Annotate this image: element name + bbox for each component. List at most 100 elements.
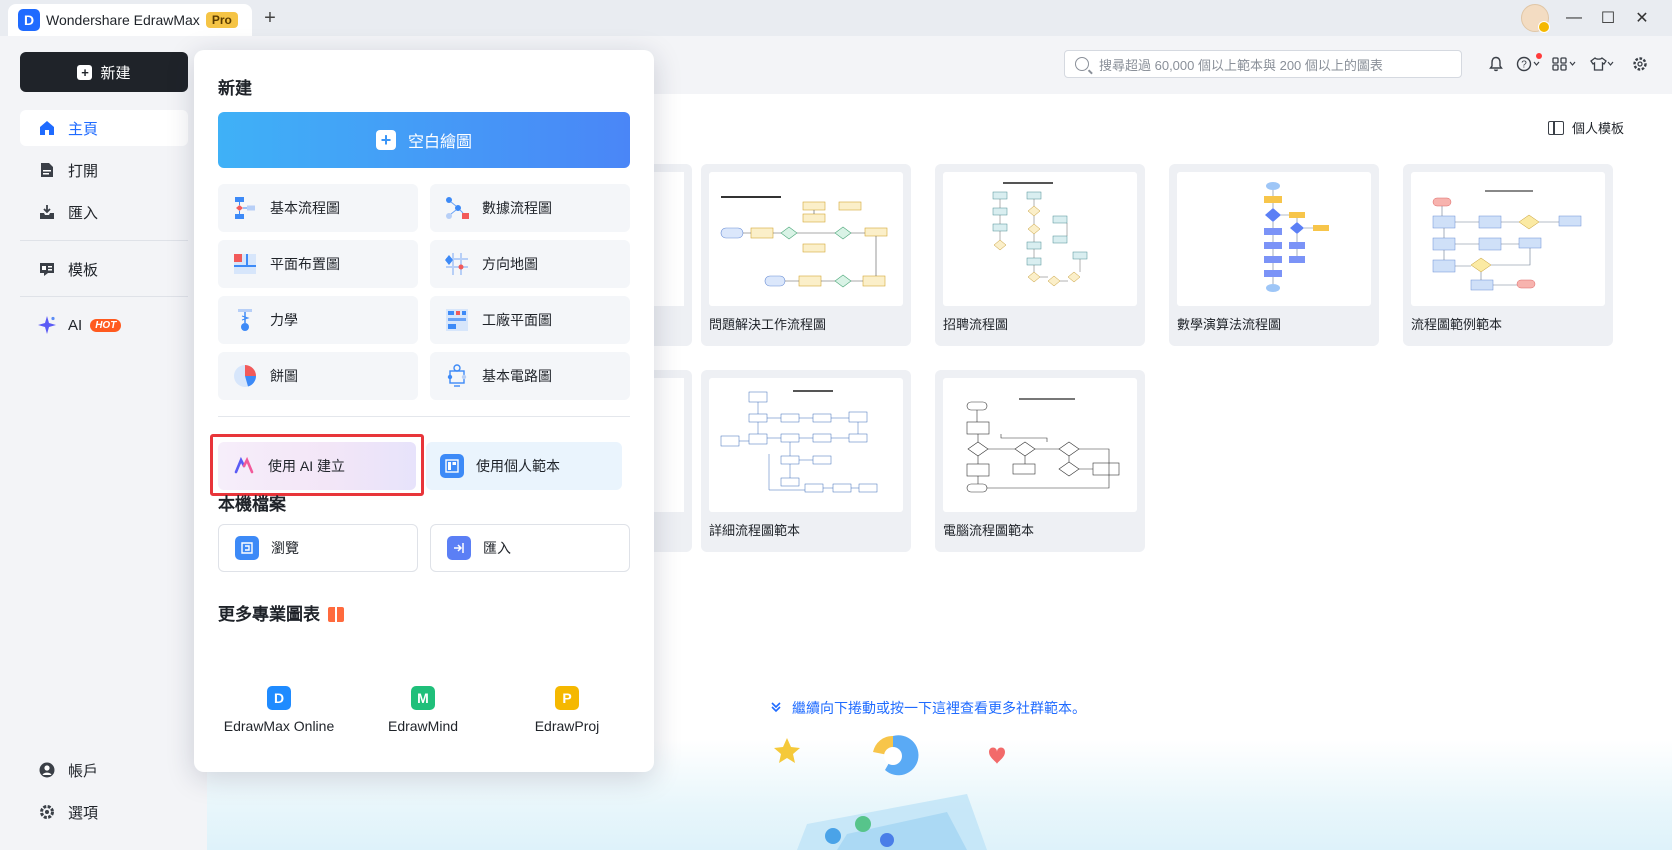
app-link-edrawmind[interactable]: M EdrawMind [358, 686, 488, 734]
hot-badge: HOT [90, 318, 122, 332]
personal-templates-link[interactable]: 個人模板 [1548, 118, 1624, 137]
sidebar-item-options[interactable]: 選項 [20, 794, 188, 830]
import-icon [38, 203, 56, 221]
import-file-button[interactable]: 匯入 [430, 524, 630, 572]
data-flow-icon [444, 195, 470, 221]
template-card[interactable]: 電腦流程圖範本 [935, 370, 1145, 552]
direction-map-icon [444, 251, 470, 277]
plus-icon: + [77, 64, 93, 80]
template-label: 招聘流程圖 [943, 317, 1009, 332]
browse-button[interactable]: 瀏覽 [218, 524, 418, 572]
flowchart-icon [232, 195, 258, 221]
browse-label: 瀏覽 [271, 540, 299, 556]
app-link-edrawproj[interactable]: P EdrawProj [502, 686, 632, 734]
account-icon [38, 761, 56, 779]
shirt-icon[interactable] [1590, 52, 1614, 76]
sidebar-item-label: 選項 [68, 804, 99, 822]
gear-icon [38, 803, 56, 821]
app-title: Wondershare EdrawMax [46, 12, 200, 28]
sidebar-divider [20, 296, 188, 297]
diagram-type-factory-plan[interactable]: 工廠平面圖 [430, 296, 630, 344]
use-personal-template-button[interactable]: 使用個人範本 [426, 442, 622, 490]
plus-icon: + [375, 130, 396, 150]
factory-plan-icon [444, 307, 470, 333]
scroll-more-link[interactable]: 繼續向下捲動或按一下這裡查看更多社群範本。 [770, 698, 1086, 718]
template-label: 流程圖範例範本 [1411, 317, 1503, 332]
maximize-button[interactable]: ☐ [1596, 6, 1620, 30]
use-personal-template-label: 使用個人範本 [476, 458, 560, 474]
sidebar-item-label: 打開 [68, 162, 99, 180]
diagram-type-circuit[interactable]: 基本電路圖 [430, 352, 630, 400]
template-label: 數學演算法流程圖 [1177, 317, 1282, 332]
sidebar-item-open[interactable]: 打開 [20, 152, 188, 188]
illustration-decoration [774, 735, 1005, 850]
diagram-type-pie-chart[interactable]: 餅圖 [218, 352, 418, 400]
template-thumbnail [709, 378, 903, 512]
diagram-type-label: 工廠平面圖 [482, 312, 552, 328]
template-label: 詳細流程圖範本 [709, 523, 801, 538]
app-link-label: EdrawMax Online [223, 718, 335, 734]
pro-badge: Pro [205, 12, 238, 28]
template-card[interactable]: 問題解決工作流程圖 [701, 164, 911, 346]
sidebar-item-templates[interactable]: 模板 [20, 251, 188, 287]
settings-icon[interactable] [1628, 52, 1652, 76]
sidebar-item-account[interactable]: 帳戶 [20, 752, 188, 788]
highlight-box [210, 434, 424, 496]
diagram-type-label: 數據流程圖 [482, 200, 552, 216]
edrawmax-online-logo-icon: D [267, 686, 291, 710]
home-icon [38, 119, 56, 137]
template-thumbnail [943, 172, 1137, 306]
template-thumbnail [1177, 172, 1371, 306]
sidebar-item-label: 模板 [68, 261, 99, 279]
diagram-type-floor-plan[interactable]: 平面布置圖 [218, 240, 418, 288]
new-button[interactable]: + 新建 [20, 52, 188, 92]
sidebar-item-home[interactable]: 主頁 [20, 110, 188, 146]
template-label: 電腦流程圖範本 [943, 523, 1035, 538]
apps-grid-icon[interactable] [1552, 52, 1576, 76]
template-icon [38, 260, 56, 278]
sidebar-item-ai[interactable]: AI HOT [20, 307, 188, 343]
close-button[interactable]: ✕ [1630, 6, 1654, 30]
folder-browse-icon [235, 536, 259, 560]
diagram-type-data-flow[interactable]: 數據流程圖 [430, 184, 630, 232]
app-link-label: EdrawProj [534, 718, 600, 734]
diagram-type-basic-flowchart[interactable]: 基本流程圖 [218, 184, 418, 232]
more-diagrams-title: 更多專業圖表 [218, 600, 344, 625]
diagram-type-label: 平面布置圖 [270, 256, 340, 272]
layout-icon [1548, 120, 1564, 135]
new-button-label: 新建 [100, 64, 131, 82]
search-input[interactable]: 搜尋超過 60,000 個以上範本與 200 個以上的圖表 [1064, 50, 1462, 78]
sidebar-divider [20, 240, 188, 241]
chevron-down-icon [770, 700, 782, 716]
diagram-type-direction-map[interactable]: 方向地圖 [430, 240, 630, 288]
bell-icon[interactable] [1484, 52, 1508, 76]
template-card[interactable]: 詳細流程圖範本 [701, 370, 911, 552]
edrawmind-logo-icon: M [411, 686, 435, 710]
new-tab-button[interactable]: + [258, 6, 282, 30]
diagram-type-label: 餅圖 [270, 368, 298, 384]
app-link-label: EdrawMind [387, 718, 459, 734]
template-card[interactable]: 流程圖範例範本 [1403, 164, 1613, 346]
user-avatar[interactable] [1521, 4, 1550, 33]
mechanics-icon [232, 307, 258, 333]
sparkle-icon [38, 316, 56, 334]
local-files-title: 本機檔案 [218, 495, 286, 514]
sidebar-item-label: AI [68, 316, 83, 334]
new-section-title: 新建 [218, 79, 252, 98]
svg-text:?: ? [1521, 60, 1527, 71]
sidebar-item-import[interactable]: 匯入 [20, 194, 188, 230]
template-thumbnail [1411, 172, 1605, 306]
title-bar: D Wondershare EdrawMax Pro + — ☐ ✕ [0, 0, 1672, 36]
scroll-hint-text: 繼續向下捲動或按一下這裡查看更多社群範本。 [792, 700, 1086, 716]
template-card[interactable]: 數學演算法流程圖 [1169, 164, 1379, 346]
search-icon [1075, 57, 1089, 71]
blank-drawing-label: 空白繪圖 [407, 134, 472, 151]
diagram-type-mechanics[interactable]: 力學 [218, 296, 418, 344]
app-tab[interactable]: D Wondershare EdrawMax Pro [8, 4, 252, 36]
blank-drawing-button[interactable]: + 空白繪圖 [218, 112, 630, 168]
sidebar-item-label: 匯入 [68, 204, 99, 222]
template-card[interactable]: 招聘流程圖 [935, 164, 1145, 346]
app-link-edrawmax-online[interactable]: D EdrawMax Online [214, 686, 344, 734]
minimize-button[interactable]: — [1562, 6, 1586, 30]
diagram-type-label: 基本流程圖 [270, 200, 340, 216]
